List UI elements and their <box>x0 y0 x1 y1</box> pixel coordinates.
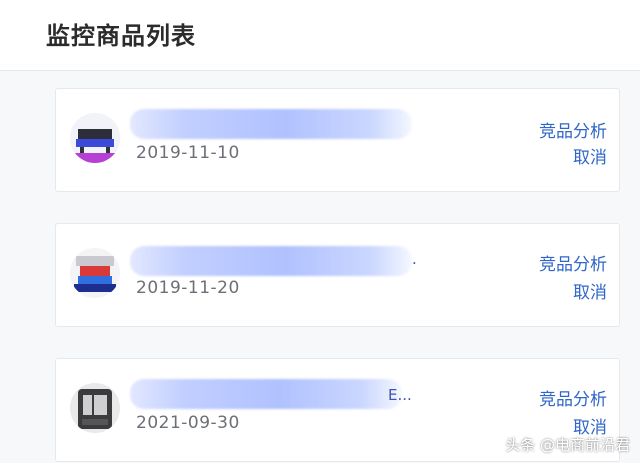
monitor-date: 2019-11-10 <box>136 143 240 163</box>
page-header: 监控商品列表 <box>0 0 640 71</box>
product-card: 2019-11-10 竞品分析 取消 <box>55 88 620 192</box>
product-thumbnail <box>70 113 120 163</box>
cancel-link[interactable]: 取消 <box>573 143 607 168</box>
product-name-tail: . <box>412 250 417 268</box>
monitor-date: 2021-09-30 <box>136 413 240 433</box>
product-name-blurred <box>130 246 412 276</box>
product-name-blurred <box>130 109 412 139</box>
product-thumbnail <box>70 248 120 298</box>
page-title: 监控商品列表 <box>46 22 196 50</box>
competitor-analysis-link[interactable]: 竞品分析 <box>539 117 607 142</box>
page: 监控商品列表 2019-11-10 竞品分析 取消 . 2019-11-20 竞… <box>0 0 640 463</box>
product-thumbnail <box>70 383 120 433</box>
product-card: . 2019-11-20 竞品分析 取消 <box>55 223 620 327</box>
product-name-tail: E... <box>388 386 412 404</box>
watermark: 头条 @电商前沿君 <box>505 436 630 454</box>
product-name-blurred <box>130 379 402 409</box>
competitor-analysis-link[interactable]: 竞品分析 <box>539 385 607 410</box>
monitor-date: 2019-11-20 <box>136 278 240 298</box>
competitor-analysis-link[interactable]: 竞品分析 <box>539 250 607 275</box>
cancel-link[interactable]: 取消 <box>573 278 607 303</box>
